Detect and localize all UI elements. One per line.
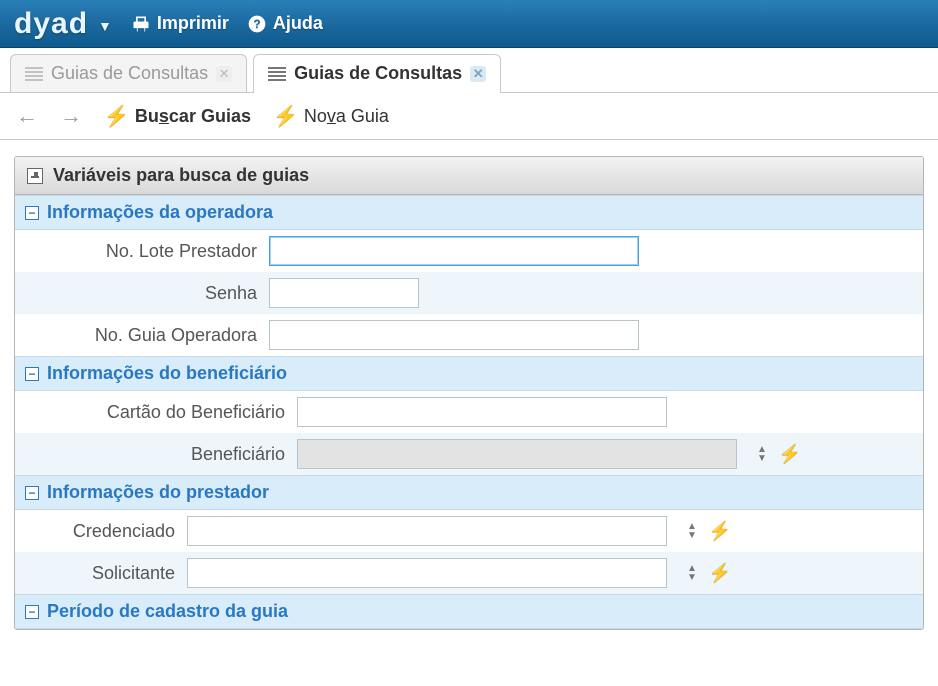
collapse-icon[interactable]: − (25, 206, 39, 220)
label-cartao-beneficiario: Cartão do Beneficiário (25, 402, 285, 423)
tab-guias-consultas-inactive[interactable]: Guias de Consultas ✕ (10, 54, 247, 92)
section-title: Informações do beneficiário (47, 363, 287, 384)
section-periodo-header: − Período de cadastro da guia (15, 594, 923, 629)
close-icon[interactable]: ✕ (470, 66, 486, 82)
nav-back-button[interactable]: ← (16, 103, 38, 129)
bolt-icon[interactable]: ⚡ (709, 563, 731, 584)
input-credenciado[interactable] (187, 516, 667, 546)
help-button[interactable]: ? Ajuda (247, 13, 323, 34)
label-guia-operadora: No. Guia Operadora (25, 325, 257, 346)
nova-guia-button[interactable]: ⚡ Nova Guia (273, 104, 389, 129)
bolt-icon: ⚡ (273, 104, 298, 129)
input-guia-operadora[interactable] (269, 320, 639, 350)
input-cartao-beneficiario[interactable] (297, 397, 667, 427)
input-lote-prestador[interactable] (269, 236, 639, 266)
section-prestador-header: − Informações do prestador (15, 475, 923, 510)
spinner-icon[interactable]: ▲▼ (687, 523, 697, 540)
collapse-icon[interactable]: − (25, 605, 39, 619)
logo-text: dyad (14, 7, 88, 41)
buscar-guias-button[interactable]: ⚡ Buscar Guias (104, 104, 251, 129)
tab-label: Guias de Consultas (51, 63, 208, 84)
app-header: dyad ▼ Imprimir ? Ajuda (0, 0, 938, 48)
collapse-icon[interactable]: − (25, 486, 39, 500)
spinner-icon[interactable]: ▲▼ (687, 565, 697, 582)
row-lote-prestador: No. Lote Prestador (15, 230, 923, 272)
print-label: Imprimir (157, 13, 229, 34)
help-icon: ? (247, 14, 267, 34)
print-button[interactable]: Imprimir (131, 13, 229, 34)
close-icon[interactable]: ✕ (216, 66, 232, 82)
panel-toggle-icon[interactable] (27, 168, 43, 184)
bolt-icon[interactable]: ⚡ (709, 521, 731, 542)
bolt-icon: ⚡ (104, 104, 129, 129)
bolt-icon[interactable]: ⚡ (779, 444, 801, 465)
label-senha: Senha (25, 283, 257, 304)
help-label: Ajuda (273, 13, 323, 34)
printer-icon (131, 14, 151, 34)
row-guia-operadora: No. Guia Operadora (15, 314, 923, 356)
spinner-icon[interactable]: ▲▼ (757, 446, 767, 463)
input-beneficiario[interactable] (297, 439, 737, 469)
row-beneficiario: Beneficiário ▲▼ ⚡ (15, 433, 923, 475)
row-solicitante: Solicitante ▲▼ ⚡ (15, 552, 923, 594)
app-logo[interactable]: dyad ▼ (14, 7, 113, 41)
section-beneficiario-header: − Informações do beneficiário (15, 356, 923, 391)
action-toolbar: ← → ⚡ Buscar Guias ⚡ Nova Guia (0, 93, 938, 140)
list-icon (268, 67, 286, 81)
svg-text:?: ? (253, 18, 260, 31)
section-title: Período de cadastro da guia (47, 601, 288, 622)
label-beneficiario: Beneficiário (25, 444, 285, 465)
search-variables-panel: Variáveis para busca de guias − Informaç… (14, 156, 924, 630)
tab-label: Guias de Consultas (294, 63, 462, 84)
section-operadora-header: − Informações da operadora (15, 195, 923, 230)
section-title: Informações do prestador (47, 482, 269, 503)
input-senha[interactable] (269, 278, 419, 308)
lookup-actions: ▲▼ ⚡ (757, 444, 801, 465)
label-lote-prestador: No. Lote Prestador (25, 241, 257, 262)
lookup-actions: ▲▼ ⚡ (687, 563, 731, 584)
row-credenciado: Credenciado ▲▼ ⚡ (15, 510, 923, 552)
collapse-icon[interactable]: − (25, 367, 39, 381)
nav-forward-button[interactable]: → (60, 103, 82, 129)
logo-dropdown-caret[interactable]: ▼ (98, 18, 113, 34)
lookup-actions: ▲▼ ⚡ (687, 521, 731, 542)
panel-title: Variáveis para busca de guias (53, 165, 309, 186)
row-cartao-beneficiario: Cartão do Beneficiário (15, 391, 923, 433)
row-senha: Senha (15, 272, 923, 314)
label-credenciado: Credenciado (25, 521, 175, 542)
section-title: Informações da operadora (47, 202, 273, 223)
panel-header: Variáveis para busca de guias (15, 157, 923, 195)
tab-strip: Guias de Consultas ✕ Guias de Consultas … (0, 48, 938, 93)
label-solicitante: Solicitante (25, 563, 175, 584)
list-icon (25, 67, 43, 81)
tab-guias-consultas-active[interactable]: Guias de Consultas ✕ (253, 54, 501, 92)
input-solicitante[interactable] (187, 558, 667, 588)
